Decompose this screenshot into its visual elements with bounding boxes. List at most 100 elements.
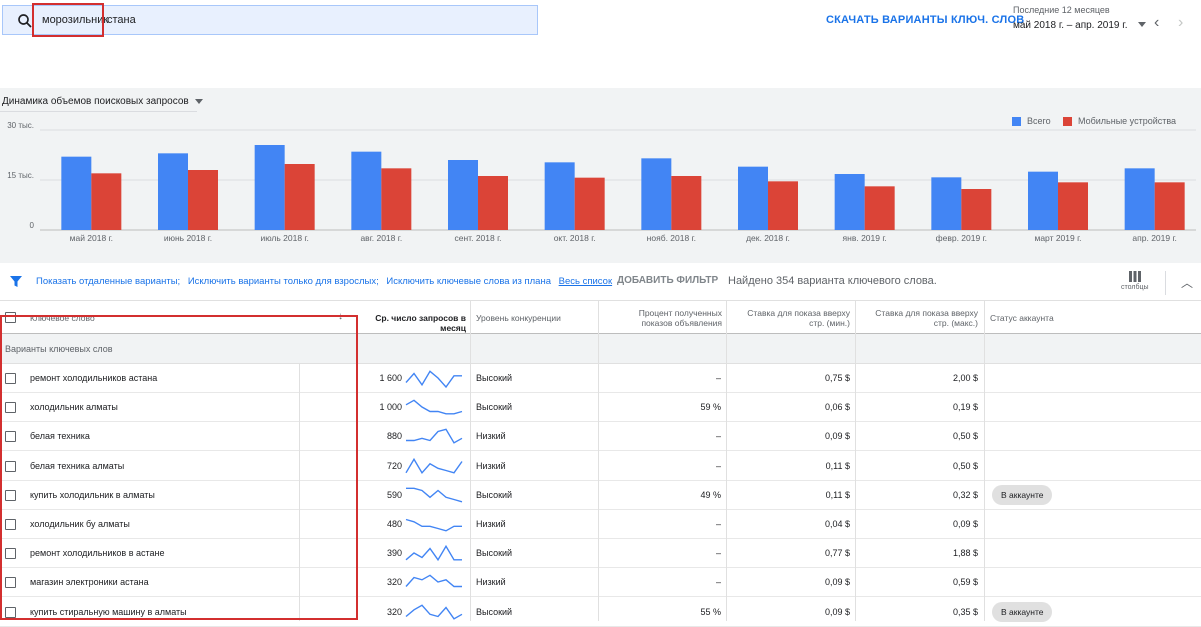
row-checkbox[interactable] [5,548,16,560]
trend-sparkline [405,457,463,474]
keyword-search-bar[interactable]: морозильник стана [2,5,538,35]
impression-share-cell: – [715,577,721,588]
bar-total[interactable] [931,177,962,230]
row-checkbox[interactable] [5,402,16,414]
row-checkbox[interactable] [5,373,16,384]
period-select[interactable]: май 2018 г. – апр. 2019 г. [1013,20,1127,31]
bar-mobile[interactable] [768,181,798,230]
row-checkbox[interactable] [5,519,16,530]
filter-link-plan[interactable]: Исключить ключевые слова из плана [386,276,551,287]
header-impression-share-line2: показов объявления [641,318,722,328]
header-competition[interactable]: Уровень конкуренции [476,313,561,323]
bar-mobile[interactable] [1058,182,1088,230]
bid-max-cell: 1,88 $ [952,548,978,559]
table-row[interactable]: холодильник алматы 1 000 Высокий 59 % 0,06 $… [0,393,1201,423]
trend-line [405,399,463,415]
table-row[interactable]: холодильник бу алматы 480 Низкий – 0,04 $ 0,0… [0,510,1201,539]
y-tick-label: 30 тыс. [7,121,34,130]
bar-total[interactable] [351,151,382,230]
bar-mobile[interactable] [864,186,895,230]
header-bid-max-line2: стр. (макс.) [933,318,978,328]
trend-line [405,518,462,532]
header-bid-max[interactable]: Ставка для показа вверху стр. (макс.) [858,308,978,328]
bar-mobile[interactable] [1154,182,1185,230]
bar-total[interactable] [738,166,768,230]
y-tick-label: 0 [30,221,35,230]
search-volume-chart-panel: Динамика объемов поисковых запросов Всег… [0,88,1201,263]
trend-sparkline [405,399,463,415]
period-label: Последние 12 месяцев [1013,5,1110,15]
arrow-down-icon: ↓ [338,311,343,322]
row-checkbox[interactable] [5,489,16,501]
chevron-left-icon[interactable]: ‹ [1154,14,1159,32]
columns-label: столбцы [1121,284,1149,291]
row-checkbox[interactable] [5,577,16,589]
table-row[interactable]: ремонт холодильников в астане 390 Высокий –… [0,539,1201,569]
x-tick-label: февр. 2019 г. [936,233,987,243]
bar-total[interactable] [544,162,575,230]
table-row[interactable]: белая техника алматы 720 Низкий – 0,11 $ 0,50… [0,451,1201,481]
competition-cell: Низкий [476,519,506,529]
chart-metric-select[interactable]: Динамика объемов поисковых запросов [2,96,203,107]
bar-total[interactable] [1028,171,1058,230]
bar-mobile[interactable] [671,176,702,230]
bid-min-cell: 0,77 $ [824,548,850,559]
chevron-right-icon[interactable]: › [1178,14,1183,32]
bar-total[interactable] [641,158,672,230]
select-all-checkbox[interactable] [5,312,16,323]
toolbar-divider [1165,271,1166,295]
row-checkbox[interactable] [5,460,16,472]
account-status-chip[interactable]: В аккаунте [992,484,1053,505]
bar-total[interactable] [158,153,188,230]
bid-max-cell: 0,19 $ [952,402,978,413]
row-checkbox[interactable] [5,431,16,443]
bid-min-cell: 0,04 $ [824,519,850,529]
filter-link-broad[interactable]: Показать отдаленные варианты; [36,276,180,287]
trend-line [405,545,462,562]
search-keyword-2[interactable]: стана [107,14,136,26]
columns-button[interactable]: столбцы [1121,271,1149,291]
search-keyword-1[interactable]: морозильник [42,14,108,26]
trend-line [405,604,463,620]
header-account-status[interactable]: Статус аккаунта [990,313,1054,323]
header-keyword[interactable]: Ключевое слово [30,313,95,323]
bar-total[interactable] [61,156,92,230]
chart-title-underline [0,111,197,112]
bar-total[interactable] [834,174,865,230]
header-bid-max-line1: Ставка для показа вверху [875,308,978,318]
filter-icon[interactable] [10,276,22,288]
table-row[interactable]: ремонт холодильников астана 1 600 Высокий –… [0,364,1201,393]
chevron-down-icon[interactable] [1138,22,1146,27]
competition-cell: Низкий [476,577,506,588]
volume-cell: 720 [386,460,402,471]
header-impression-share[interactable]: Процент полученных показов объявления [604,308,722,328]
bar-mobile[interactable] [284,164,315,230]
bar-mobile[interactable] [478,176,508,230]
table-row[interactable]: белая техника 880 Низкий – 0,09 $ 0,50 $ [0,422,1201,452]
chevron-up-icon[interactable]: ︿ [1181,274,1193,291]
bid-min-cell: 0,75 $ [824,373,850,383]
bar-mobile[interactable] [188,170,218,230]
table-row[interactable]: купить холодильник в алматы 590 Высокий 49 … [0,480,1201,510]
table-row[interactable]: магазин электроники астана 320 Низкий – 0,09… [0,568,1201,598]
bar-total[interactable] [448,160,478,230]
row-checkbox[interactable] [5,606,16,618]
bid-min-cell: 0,11 $ [825,489,850,500]
download-keywords-button[interactable]: СКАЧАТЬ ВАРИАНТЫ КЛЮЧ. СЛОВ [826,14,1024,26]
table-row[interactable]: купить стиральную машину в алматы 320 Высо… [0,597,1201,627]
add-filter-button[interactable]: ДОБАВИТЬ ФИЛЬТР [617,275,718,286]
keyword-cell: холодильник бу алматы [30,519,130,529]
bar-mobile[interactable] [961,189,992,230]
trend-sparkline [406,428,463,445]
header-bid-min[interactable]: Ставка для показа вверху стр. (мин.) [730,308,850,328]
filter-link-all[interactable]: Весь список [559,276,612,287]
filter-link-adult[interactable]: Исключить варианты только для взрослых; [188,276,379,287]
bid-max-cell: 0,32 $ [952,489,978,500]
account-status-chip[interactable]: В аккаунте [992,601,1053,622]
bar-mobile[interactable] [381,168,412,230]
header-volume[interactable]: Ср. число запросов в месяц [348,313,466,333]
bar-mobile[interactable] [91,173,122,230]
bar-total[interactable] [1124,168,1155,230]
bar-total[interactable] [254,145,285,230]
bar-mobile[interactable] [574,177,605,230]
